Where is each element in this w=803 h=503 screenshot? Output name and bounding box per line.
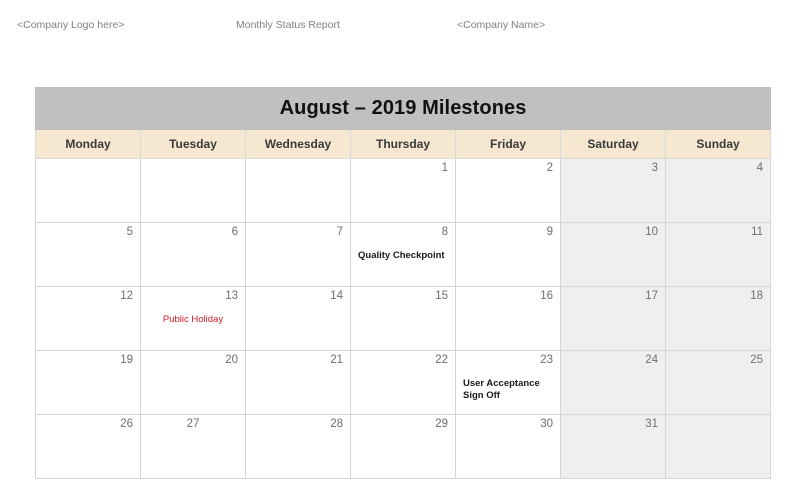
day-number: 29: [435, 418, 448, 430]
calendar-day-cell[interactable]: [35, 158, 141, 223]
day-number: 7: [336, 226, 343, 238]
calendar-day-cell[interactable]: 2: [455, 158, 561, 223]
calendar-day-cell[interactable]: 4: [664, 158, 772, 223]
day-number: 9: [546, 226, 553, 238]
day-number: 24: [645, 354, 658, 366]
calendar-day-cell[interactable]: 23 User Acceptance Sign Off: [455, 350, 561, 415]
day-number: 13: [225, 290, 238, 302]
day-header-thursday: Thursday: [350, 129, 456, 159]
day-number: 1: [441, 162, 448, 174]
day-header-saturday: Saturday: [560, 129, 666, 159]
day-number: 20: [225, 354, 238, 366]
calendar-day-cell[interactable]: 30: [455, 414, 561, 479]
calendar-day-cell[interactable]: 25: [664, 350, 772, 415]
calendar-day-cell[interactable]: 7: [245, 222, 351, 287]
calendar-day-cell[interactable]: 3: [560, 158, 666, 223]
day-number: 3: [651, 162, 658, 174]
day-header-wednesday: Wednesday: [245, 129, 351, 159]
day-number: 25: [750, 354, 764, 366]
calendar-day-cell[interactable]: 6: [140, 222, 246, 287]
day-header-monday: Monday: [35, 129, 141, 159]
calendar-title-row: August – 2019 Milestones: [34, 87, 772, 130]
calendar-day-cell[interactable]: [664, 414, 772, 479]
calendar-day-cell[interactable]: 20: [140, 350, 246, 415]
calendar-day-cell[interactable]: 1: [350, 158, 456, 223]
calendar-day-cell[interactable]: 15: [350, 286, 456, 351]
company-logo-placeholder: <Company Logo here>: [17, 19, 125, 31]
milestone-label: User Acceptance Sign Off: [463, 378, 540, 401]
calendar-week-row: 19 20 21 22 23 User Acceptance Sign Off 24 25: [35, 350, 772, 415]
day-number: 19: [120, 354, 133, 366]
day-number: 17: [645, 290, 658, 302]
company-name-placeholder: <Company Name>: [457, 19, 546, 31]
day-number: 18: [750, 290, 764, 302]
report-title: Monthly Status Report: [236, 19, 340, 31]
calendar-week-row: 1 2 3 4: [35, 158, 772, 223]
day-number: 2: [546, 162, 553, 174]
calendar-day-cell[interactable]: 17: [560, 286, 666, 351]
calendar-day-cell[interactable]: 28: [245, 414, 351, 479]
calendar-day-cell[interactable]: 21: [245, 350, 351, 415]
calendar-title: August – 2019 Milestones: [279, 97, 527, 119]
calendar-day-cell[interactable]: 18: [664, 286, 772, 351]
day-number: 5: [126, 226, 133, 238]
calendar-title-cell: August – 2019 Milestones: [34, 87, 772, 130]
day-number: 26: [120, 418, 133, 430]
day-number: [666, 415, 770, 432]
day-number: 10: [645, 226, 658, 238]
day-number: 14: [330, 290, 343, 302]
calendar-week-row: 12 13 Public Holiday 14 15 16 17 18: [35, 286, 772, 351]
calendar-day-cell[interactable]: 13 Public Holiday: [140, 286, 246, 351]
day-number: 12: [120, 290, 133, 302]
day-number: 21: [330, 354, 343, 366]
calendar-day-cell[interactable]: 11: [664, 222, 772, 287]
page-header: <Company Logo here> Monthly Status Repor…: [0, 18, 803, 38]
day-number: 31: [645, 418, 658, 430]
day-number: 16: [540, 290, 553, 302]
calendar-day-cell[interactable]: 10: [560, 222, 666, 287]
day-number: 30: [540, 418, 553, 430]
calendar-week-row: 5 6 7 8 Quality Checkpoint 9 10 11: [35, 222, 772, 287]
calendar-day-cell[interactable]: 16: [455, 286, 561, 351]
calendar-day-cell[interactable]: [140, 158, 246, 223]
day-number: 11: [751, 226, 764, 238]
day-number: [141, 159, 245, 176]
day-number: 6: [231, 226, 238, 238]
calendar-day-cell[interactable]: 29: [350, 414, 456, 479]
day-number: 27: [186, 418, 200, 430]
calendar-day-cell[interactable]: 27: [140, 414, 246, 479]
calendar-body: 1 2 3 4 5 6 7 8 Quality Checkpoint 9 10 11 12 13 Publi…: [35, 158, 772, 479]
holiday-label: Public Holiday: [162, 314, 224, 325]
day-number: 4: [756, 162, 764, 174]
calendar-day-cell[interactable]: 5: [35, 222, 141, 287]
milestone-label: Quality Checkpoint: [358, 250, 445, 261]
day-number: 28: [330, 418, 343, 430]
day-number: 22: [435, 354, 448, 366]
calendar-day-cell[interactable]: 8 Quality Checkpoint: [350, 222, 456, 287]
calendar-day-cell[interactable]: 19: [35, 350, 141, 415]
calendar-day-cell[interactable]: [245, 158, 351, 223]
day-number: 23: [540, 354, 553, 366]
calendar-day-cell[interactable]: 24: [560, 350, 666, 415]
calendar-day-cell[interactable]: 31: [560, 414, 666, 479]
day-header-friday: Friday: [455, 129, 561, 159]
calendar-day-cell[interactable]: 22: [350, 350, 456, 415]
day-header-tuesday: Tuesday: [140, 129, 246, 159]
calendar-week-row: 26 27 28 29 30 31: [35, 414, 772, 479]
calendar-day-cell[interactable]: 9: [455, 222, 561, 287]
day-number: [246, 159, 350, 176]
day-number: 15: [435, 290, 448, 302]
day-number: [36, 159, 140, 176]
day-of-week-header-row: Monday Tuesday Wednesday Thursday Friday…: [35, 129, 772, 159]
day-header-sunday: Sunday: [664, 129, 772, 159]
day-number: 8: [441, 226, 448, 238]
calendar-day-cell[interactable]: 12: [35, 286, 141, 351]
calendar-table: August – 2019 Milestones Monday Tuesday …: [34, 87, 772, 479]
calendar-day-cell[interactable]: 14: [245, 286, 351, 351]
calendar-day-cell[interactable]: 26: [35, 414, 141, 479]
